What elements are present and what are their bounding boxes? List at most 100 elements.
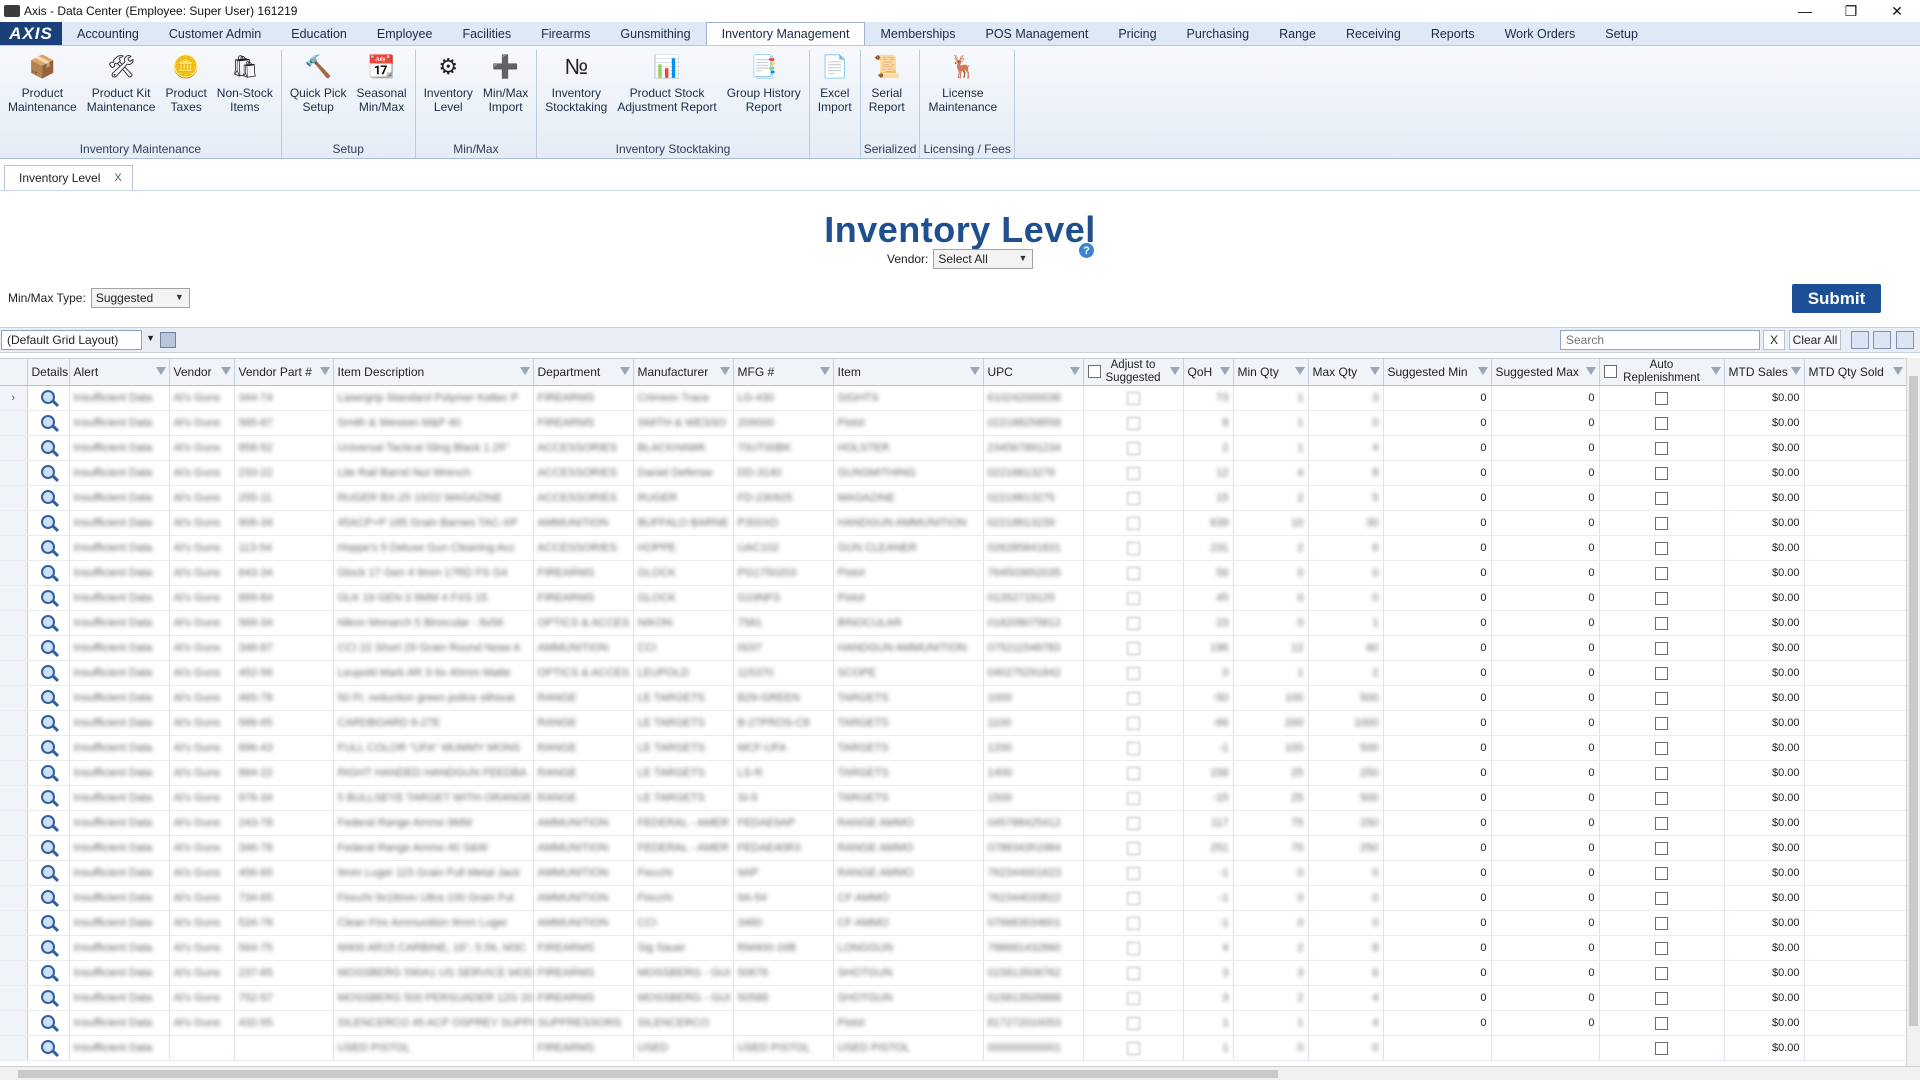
details-cell[interactable] xyxy=(27,485,70,511)
details-cell[interactable] xyxy=(27,660,70,686)
magnifier-icon[interactable] xyxy=(41,739,55,754)
table-row[interactable]: Insufficient Data Al's Guns 113-54 Hoppe's … xyxy=(0,535,1906,561)
cell-adjust-to-suggested[interactable] xyxy=(1083,835,1184,861)
table-row[interactable]: Insufficient Data Al's Guns 899-84 GLK 19 G… xyxy=(0,585,1906,611)
filter-icon[interactable] xyxy=(519,367,530,376)
adjust-checkbox[interactable] xyxy=(1126,966,1140,980)
clear-search-button[interactable]: X xyxy=(1763,330,1785,350)
cell-auto-replenishment[interactable] xyxy=(1599,960,1725,986)
auto-replenishment-checkbox[interactable] xyxy=(1655,1016,1668,1030)
table-row[interactable]: Insufficient Data Al's Guns 452-56 Leupold … xyxy=(0,660,1906,686)
table-row[interactable]: Insufficient Data Al's Guns 243-78 Federal … xyxy=(0,810,1906,836)
table-row[interactable]: Insufficient Data Al's Guns 566-65 CARDBOAR… xyxy=(0,710,1906,736)
auto-replenishment-checkbox[interactable] xyxy=(1655,691,1668,705)
row-selector[interactable] xyxy=(0,585,28,611)
column-header-vendor[interactable]: Vendor xyxy=(169,359,235,386)
table-row[interactable]: Insufficient Data Al's Guns 346-78 Federal … xyxy=(0,835,1906,861)
table-row[interactable]: Insufficient Data Al's Guns 734-65 Fiocchi … xyxy=(0,885,1906,911)
vertical-scrollbar[interactable] xyxy=(1906,358,1920,1066)
cell-auto-replenishment[interactable] xyxy=(1599,535,1725,561)
ribbon-button-non-stock-items[interactable]: 🛍 Non-Stock Items xyxy=(212,50,278,142)
row-selector[interactable] xyxy=(0,535,28,561)
cell-auto-replenishment[interactable] xyxy=(1599,835,1725,861)
cell-auto-replenishment[interactable] xyxy=(1599,385,1725,411)
magnifier-icon[interactable] xyxy=(41,489,55,504)
magnifier-icon[interactable] xyxy=(41,414,55,429)
magnifier-icon[interactable] xyxy=(41,589,55,604)
magnifier-icon[interactable] xyxy=(41,539,55,554)
close-icon[interactable]: ✕ xyxy=(1874,0,1920,22)
magnifier-icon[interactable] xyxy=(41,914,55,929)
auto-replenishment-checkbox[interactable] xyxy=(1655,616,1668,630)
menu-item-pos-management[interactable]: POS Management xyxy=(970,22,1103,45)
auto-replenishment-checkbox[interactable] xyxy=(1655,391,1668,405)
cell-auto-replenishment[interactable] xyxy=(1599,410,1725,436)
table-row[interactable]: Insufficient Data Al's Guns 432-55 SILENCER… xyxy=(0,1010,1906,1036)
details-cell[interactable] xyxy=(27,435,70,461)
adjust-checkbox[interactable] xyxy=(1126,641,1140,655)
adjust-checkbox[interactable] xyxy=(1126,591,1140,605)
ribbon-button-serial-report[interactable]: 📜 Serial Report xyxy=(864,50,910,142)
ribbon-button-license-maintenance[interactable]: 🦌 License Maintenance xyxy=(923,50,1002,142)
filter-icon[interactable] xyxy=(719,367,730,376)
details-cell[interactable] xyxy=(27,985,70,1011)
details-cell[interactable] xyxy=(27,585,70,611)
row-selector[interactable] xyxy=(0,810,28,836)
scroll-thumb[interactable] xyxy=(18,1070,1278,1078)
cell-adjust-to-suggested[interactable] xyxy=(1083,785,1184,811)
search-input[interactable] xyxy=(1560,330,1760,350)
table-row[interactable]: Insufficient Data Al's Guns 233-22 Lite Rai… xyxy=(0,460,1906,486)
adjust-checkbox[interactable] xyxy=(1126,691,1140,705)
auto-replenishment-checkbox[interactable] xyxy=(1655,641,1668,655)
menu-item-reports[interactable]: Reports xyxy=(1416,22,1490,45)
magnifier-icon[interactable] xyxy=(41,564,55,579)
details-cell[interactable] xyxy=(27,935,70,961)
column-header-max-qty[interactable]: Max Qty xyxy=(1308,359,1384,386)
menu-item-gunsmithing[interactable]: Gunsmithing xyxy=(605,22,705,45)
cell-auto-replenishment[interactable] xyxy=(1599,685,1725,711)
menu-item-inventory-management[interactable]: Inventory Management xyxy=(705,22,866,45)
auto-replenishment-checkbox[interactable] xyxy=(1655,891,1668,905)
table-row[interactable]: Insufficient Data Al's Guns 564-75 M400 AR1… xyxy=(0,935,1906,961)
filter-icon[interactable] xyxy=(1790,367,1801,376)
magnifier-icon[interactable] xyxy=(41,864,55,879)
menu-item-customer-admin[interactable]: Customer Admin xyxy=(154,22,276,45)
auto-replenishment-checkbox[interactable] xyxy=(1655,516,1668,530)
table-row[interactable]: Insufficient Data Al's Guns 456-65 9mm Luge… xyxy=(0,860,1906,886)
menu-item-memberships[interactable]: Memberships xyxy=(865,22,970,45)
row-selector[interactable] xyxy=(0,660,28,686)
table-row[interactable]: Insufficient Data Al's Guns 976-34 5 BULLSE… xyxy=(0,785,1906,811)
details-cell[interactable] xyxy=(27,635,70,661)
row-selector[interactable] xyxy=(0,435,28,461)
cell-adjust-to-suggested[interactable] xyxy=(1083,435,1184,461)
menu-item-purchasing[interactable]: Purchasing xyxy=(1172,22,1265,45)
cell-adjust-to-suggested[interactable] xyxy=(1083,985,1184,1011)
cell-adjust-to-suggested[interactable] xyxy=(1083,635,1184,661)
row-selector[interactable] xyxy=(0,735,28,761)
row-selector[interactable] xyxy=(0,610,28,636)
details-cell[interactable] xyxy=(27,960,70,986)
cell-auto-replenishment[interactable] xyxy=(1599,985,1725,1011)
details-cell[interactable] xyxy=(27,760,70,786)
cell-auto-replenishment[interactable] xyxy=(1599,1035,1725,1061)
filter-icon[interactable] xyxy=(319,367,330,376)
table-row[interactable]: Insufficient Data Al's Guns 565-87 Smith & … xyxy=(0,410,1906,436)
cell-adjust-to-suggested[interactable] xyxy=(1083,685,1184,711)
adjust-checkbox[interactable] xyxy=(1126,791,1140,805)
adjust-checkbox[interactable] xyxy=(1126,391,1140,405)
column-header-min-qty[interactable]: Min Qty xyxy=(1233,359,1309,386)
adjust-checkbox[interactable] xyxy=(1126,716,1140,730)
cell-auto-replenishment[interactable] xyxy=(1599,485,1725,511)
adjust-checkbox[interactable] xyxy=(1126,841,1140,855)
cell-adjust-to-suggested[interactable] xyxy=(1083,510,1184,536)
row-selector[interactable] xyxy=(0,785,28,811)
filter-icon[interactable] xyxy=(220,367,231,376)
table-row[interactable]: Insufficient Data Al's Guns 643-34 Glock 17… xyxy=(0,560,1906,586)
table-row[interactable]: Insufficient Data Al's Guns 858-52 Universa… xyxy=(0,435,1906,461)
magnifier-icon[interactable] xyxy=(41,514,55,529)
magnifier-icon[interactable] xyxy=(41,839,55,854)
column-header-upc[interactable]: UPC xyxy=(983,359,1084,386)
table-row[interactable]: Insufficient Data Al's Guns 896-43 FULL COL… xyxy=(0,735,1906,761)
magnifier-icon[interactable] xyxy=(41,439,55,454)
auto-replenishment-checkbox[interactable] xyxy=(1655,841,1668,855)
